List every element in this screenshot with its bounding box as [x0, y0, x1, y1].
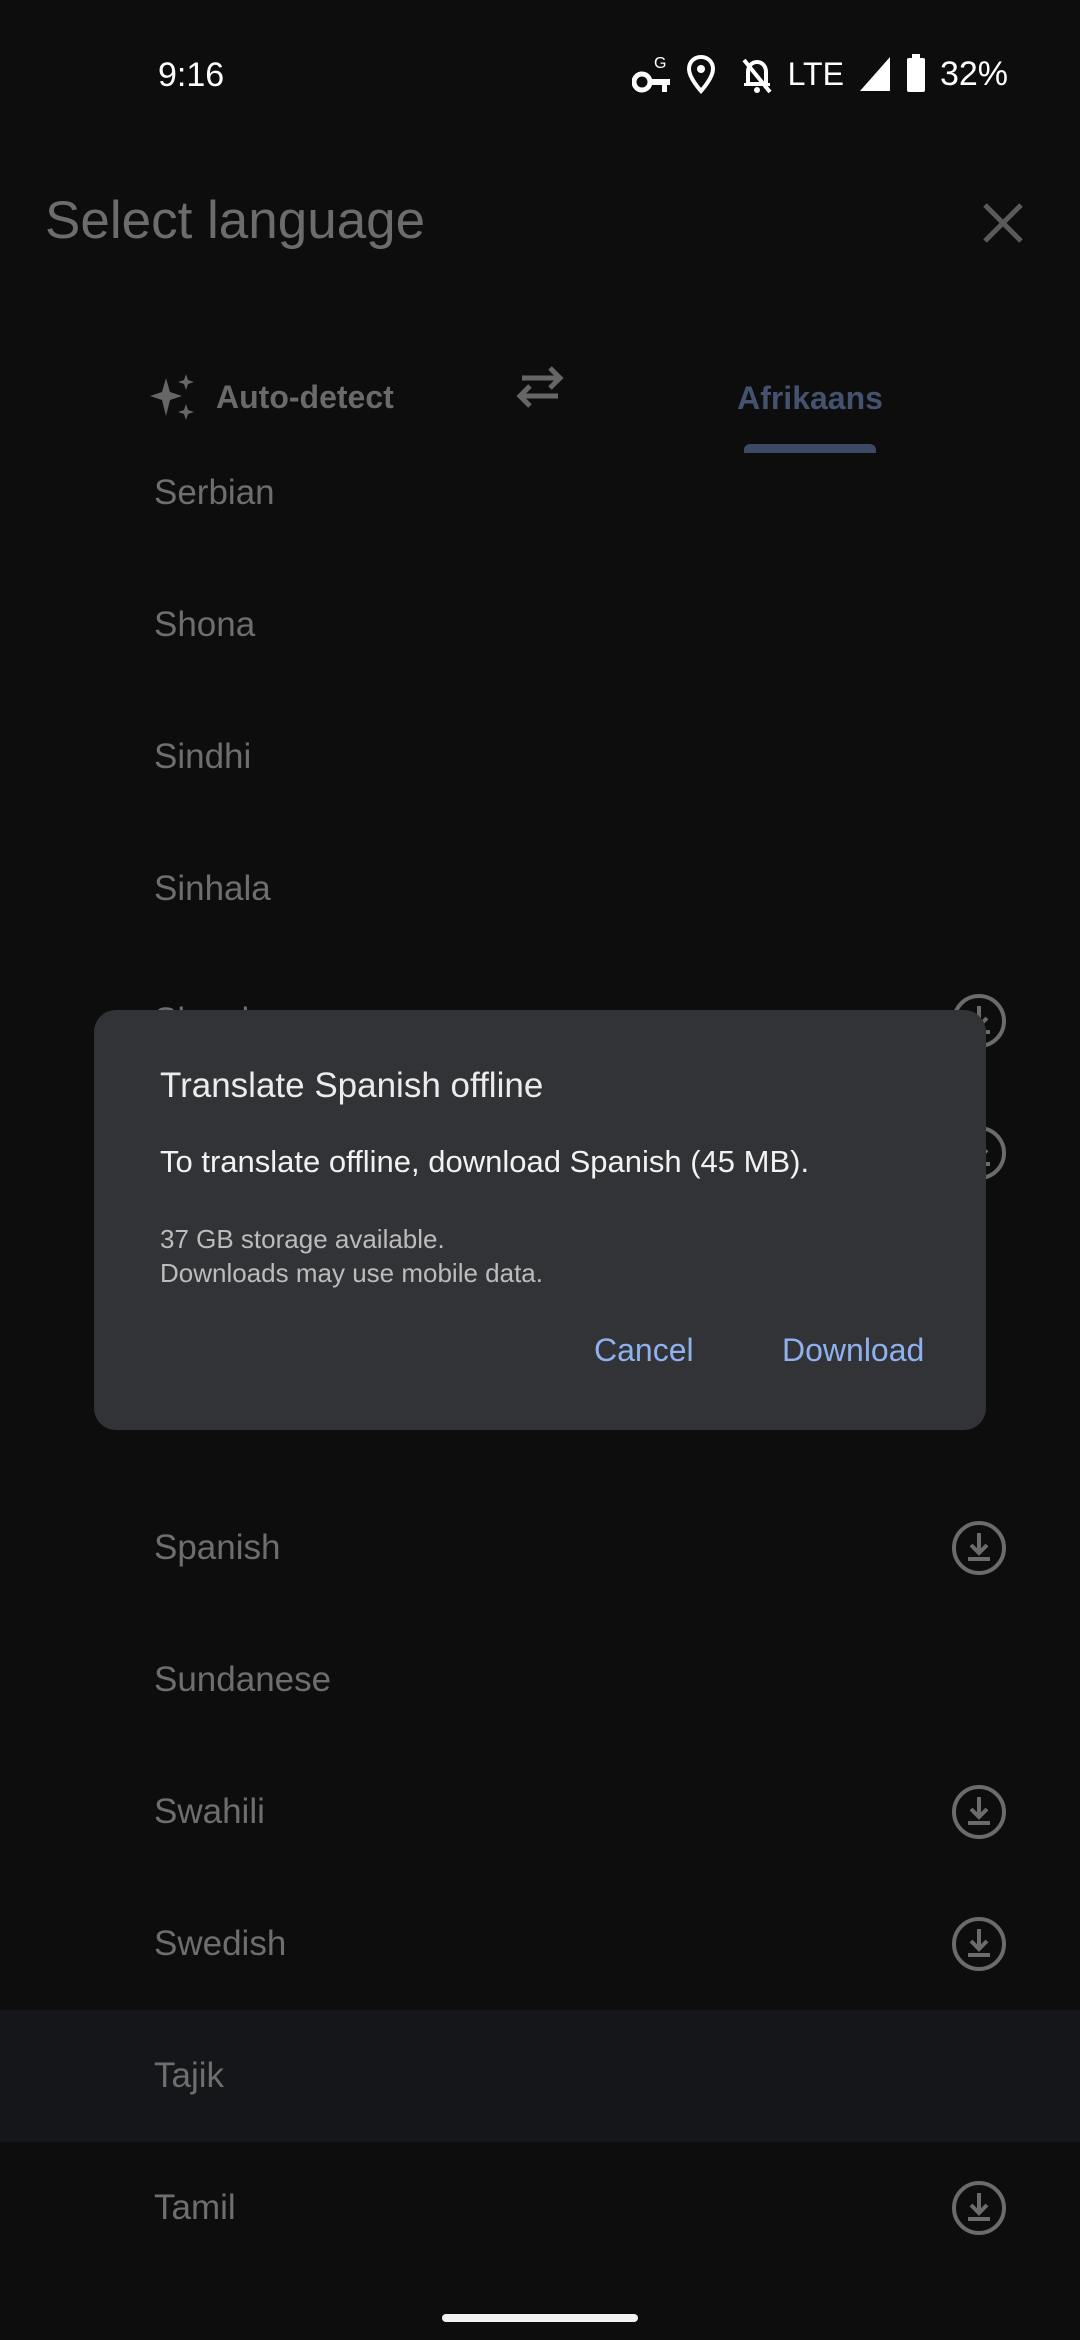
language-label: Spanish — [154, 1528, 281, 1567]
network-type: LTE — [787, 55, 844, 92]
language-label: Sinhala — [154, 869, 271, 908]
list-item-tamil[interactable]: Tamil — [0, 2142, 1080, 2274]
language-label: Swahili — [154, 1792, 265, 1831]
list-item-serbian[interactable]: Serbian — [0, 427, 1080, 559]
offline-download-dialog: Translate Spanish offline To translate o… — [94, 1010, 986, 1430]
language-label: Tajik — [154, 2056, 225, 2095]
language-label: Sindhi — [154, 737, 252, 776]
close-button[interactable] — [975, 195, 1031, 251]
language-label: Sundanese — [154, 1660, 332, 1699]
tab-selected-indicator — [744, 444, 876, 453]
swap-icon — [516, 366, 564, 408]
list-item-sinhala[interactable]: Sinhala — [0, 823, 1080, 955]
list-item-spanish[interactable]: Spanish — [0, 1482, 1080, 1614]
dialog-notes: 37 GB storage available. Downloads may u… — [160, 1222, 543, 1290]
list-item-swedish[interactable]: Swedish — [0, 1878, 1080, 2010]
tab-afrikaans[interactable]: Afrikaans — [700, 380, 920, 417]
download-icon[interactable] — [951, 1520, 1007, 1576]
vpn-key-icon: G — [631, 52, 672, 96]
list-item-sundanese[interactable]: Sundanese — [0, 1614, 1080, 1746]
download-icon[interactable] — [951, 1916, 1007, 1972]
list-item-shona[interactable]: Shona — [0, 559, 1080, 691]
swap-languages-button[interactable] — [512, 362, 568, 417]
battery-percent: 32% — [939, 54, 1008, 93]
storage-available: 37 GB storage available. — [160, 1224, 445, 1254]
status-icons: G LTE 32% — [631, 52, 1008, 96]
signal-icon — [858, 55, 892, 93]
download-button[interactable]: Download — [782, 1332, 924, 1369]
language-label: Swedish — [154, 1924, 287, 1963]
dialog-body: To translate offline, download Spanish (… — [160, 1144, 810, 1179]
notifications-off-icon — [740, 54, 774, 94]
download-icon[interactable] — [951, 1784, 1007, 1840]
tab-auto-detect[interactable]: Auto-detect — [148, 372, 394, 422]
mobile-data-note: Downloads may use mobile data. — [160, 1258, 543, 1288]
home-indicator[interactable] — [442, 2314, 638, 2322]
list-item-tajik[interactable]: Tajik — [0, 2010, 1080, 2142]
language-label: Serbian — [154, 473, 275, 512]
battery-icon — [906, 54, 926, 94]
download-icon[interactable] — [951, 2180, 1007, 2236]
page-title: Select language — [45, 191, 426, 250]
dialog-title: Translate Spanish offline — [160, 1066, 544, 1105]
svg-text:G: G — [654, 55, 666, 72]
language-label: Tamil — [154, 2188, 236, 2227]
tab-label: Auto-detect — [216, 378, 394, 415]
status-time: 9:16 — [158, 56, 225, 94]
list-item-swahili[interactable]: Swahili — [0, 1746, 1080, 1878]
status-bar: 9:16 G LTE 32% — [0, 0, 1080, 150]
sparkle-icon — [150, 374, 194, 420]
list-item-sindhi[interactable]: Sindhi — [0, 691, 1080, 823]
close-icon — [983, 203, 1023, 243]
language-label: Shona — [154, 605, 256, 644]
location-icon — [686, 54, 716, 94]
cancel-button[interactable]: Cancel — [594, 1332, 694, 1369]
